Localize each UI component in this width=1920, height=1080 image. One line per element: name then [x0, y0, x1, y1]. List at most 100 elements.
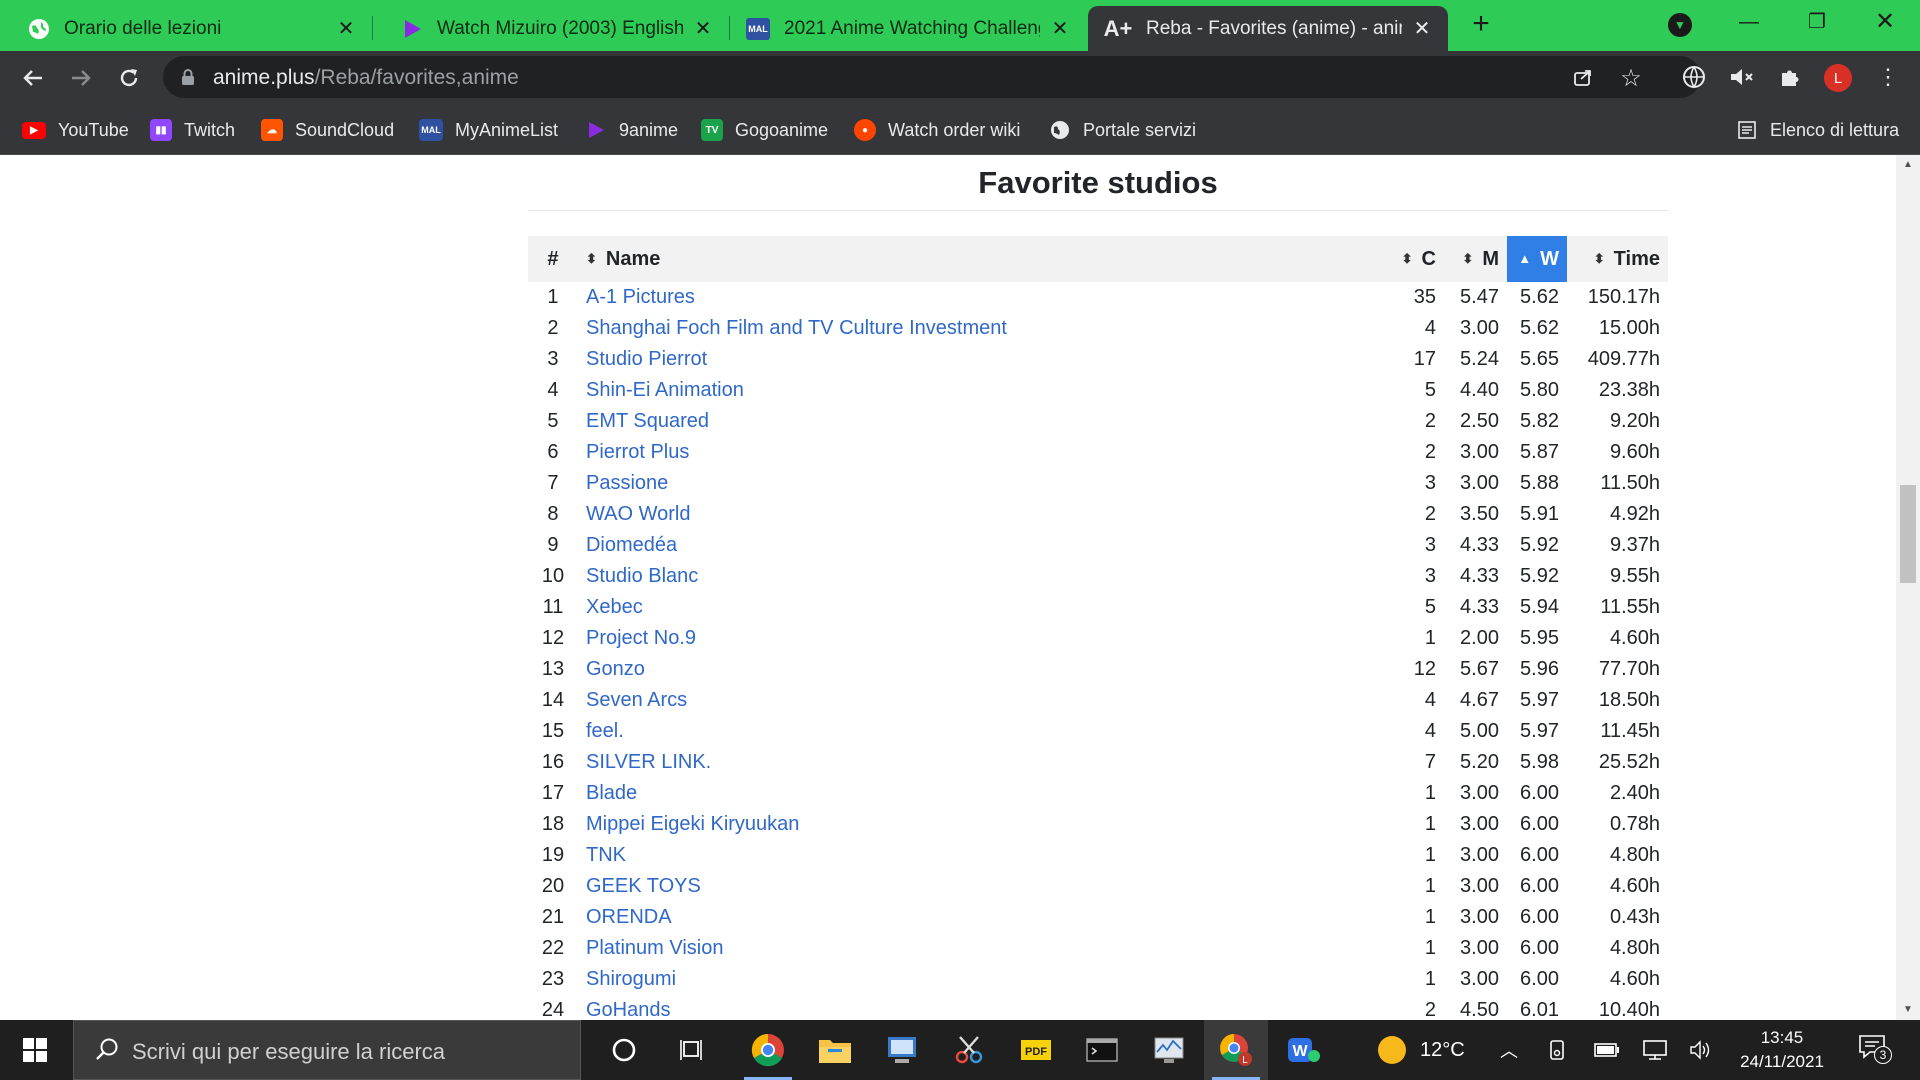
lock-icon[interactable] [181, 68, 195, 86]
studio-link[interactable]: Studio Blanc [586, 565, 698, 587]
reading-list-button[interactable]: Elenco di lettura [1736, 117, 1899, 143]
studio-link[interactable]: Xebec [586, 596, 643, 618]
table-row: 21 ORENDA 1 3.00 6.00 0.43h [528, 902, 1668, 933]
bookmark-youtube[interactable]: ▶ YouTube [22, 117, 129, 143]
bookmark-gogoanime[interactable]: TV Gogoanime [701, 117, 828, 143]
chevron-up-icon[interactable]: ︿ [1496, 1038, 1522, 1062]
chrome-taskbar-icon[interactable] [736, 1020, 800, 1080]
new-tab-button[interactable]: + [1466, 9, 1496, 40]
studio-name-cell: Shin-Ei Animation [578, 375, 1394, 406]
time-cell: 25.52h [1598, 751, 1660, 773]
globe-icon [1049, 119, 1071, 141]
bookmark-portale-servizi[interactable]: Portale servizi [1049, 117, 1196, 143]
notification-center-icon[interactable]: 3 [1858, 1034, 1892, 1064]
scroll-down-arrow-icon[interactable]: ▼ [1896, 1000, 1920, 1020]
tab-reba-favorites[interactable]: A+ Reba - Favorites (anime) - anime.plus… [1088, 6, 1448, 51]
page-scrollbar[interactable]: ▲ ▼ [1896, 155, 1920, 1020]
studio-link[interactable]: Diomedéa [586, 534, 677, 556]
bookmark-twitch[interactable]: ▮▮ Twitch [150, 117, 235, 143]
tab-orario[interactable]: Orario delle lezioni ✕ [0, 6, 372, 51]
device-icon[interactable] [1544, 1038, 1570, 1062]
col-header-c[interactable]: ⬍ C [1394, 236, 1444, 282]
task-view-icon[interactable] [662, 1020, 726, 1080]
bookmark-star-icon[interactable]: ☆ [1619, 65, 1643, 92]
studio-link[interactable]: Gonzo [586, 658, 645, 680]
studio-link[interactable]: Pierrot Plus [586, 441, 689, 463]
tab-mal-challenge[interactable]: MAL 2021 Anime Watching Challenge ✕ [730, 6, 1086, 51]
close-tab-icon[interactable]: ✕ [1048, 17, 1072, 41]
weather-widget[interactable]: 12°C [1378, 1020, 1465, 1080]
network-icon[interactable] [1642, 1038, 1668, 1062]
snipping-tool-icon[interactable] [937, 1020, 1001, 1080]
close-tab-icon[interactable]: ✕ [1410, 17, 1434, 41]
close-tab-icon[interactable]: ✕ [334, 17, 358, 41]
studio-link[interactable]: A-1 Pictures [586, 286, 695, 308]
forward-icon[interactable] [64, 61, 98, 95]
bookmark-label: SoundCloud [295, 119, 395, 140]
bookmark-myanimelist[interactable]: MAL MyAnimeList [419, 117, 558, 143]
studio-link[interactable]: Shin-Ei Animation [586, 379, 744, 401]
system-clock[interactable]: 13:45 24/11/2021 [1722, 1026, 1842, 1074]
studio-link[interactable]: Passione [586, 472, 668, 494]
studio-link[interactable]: ORENDA [586, 906, 672, 928]
studio-name-cell: SILVER LINK. [578, 747, 1394, 778]
table-row: 3 Studio Pierrot 17 5.24 5.65 409.77h [528, 344, 1668, 375]
tab-search-icon[interactable]: ▼ [1668, 13, 1692, 37]
profile-avatar[interactable]: L [1824, 64, 1852, 92]
remote-desktop-icon[interactable] [870, 1020, 934, 1080]
studio-name-cell: Blade [578, 778, 1394, 809]
performance-monitor-icon[interactable] [1137, 1020, 1201, 1080]
studio-link[interactable]: Project No.9 [586, 627, 696, 649]
scroll-up-arrow-icon[interactable]: ▲ [1896, 155, 1920, 175]
cortana-icon[interactable] [592, 1020, 656, 1080]
close-tab-icon[interactable]: ✕ [691, 17, 715, 41]
weighted-score-cell: 5.97 [1520, 720, 1559, 742]
studio-link[interactable]: Seven Arcs [586, 689, 687, 711]
taskbar-search-box[interactable]: Scrivi qui per eseguire la ricerca [73, 1020, 581, 1080]
bookmark-soundcloud[interactable]: ☁ SoundCloud [261, 117, 394, 143]
bookmark-watch-order-wiki[interactable]: ● Watch order wiki [854, 117, 1020, 143]
menu-kebab-icon[interactable]: ⋮ [1874, 63, 1902, 91]
pdf-app-icon[interactable]: PDF [1004, 1020, 1068, 1080]
studio-link[interactable]: Blade [586, 782, 637, 804]
count-cell: 5 [1424, 596, 1436, 618]
studio-link[interactable]: Shirogumi [586, 968, 676, 990]
chrome-profile-taskbar-icon[interactable]: L [1204, 1020, 1268, 1080]
studio-link[interactable]: Platinum Vision [586, 937, 723, 959]
terminal-icon[interactable] [1070, 1020, 1134, 1080]
bookmark-9anime[interactable]: 9anime [585, 117, 678, 143]
windows-start-icon[interactable] [0, 1020, 70, 1080]
studio-link[interactable]: Mippei Eigeki Kiryuukan [586, 813, 799, 835]
studio-link[interactable]: WAO World [586, 503, 690, 525]
battery-icon[interactable] [1594, 1038, 1620, 1062]
col-header-m[interactable]: ⬍ M [1444, 236, 1507, 282]
studio-link[interactable]: Studio Pierrot [586, 348, 707, 370]
studio-link[interactable]: EMT Squared [586, 410, 709, 432]
window-close-icon[interactable]: ✕ [1860, 6, 1910, 38]
studio-name-cell: feel. [578, 716, 1394, 747]
extensions-puzzle-icon[interactable] [1776, 63, 1804, 91]
reload-icon[interactable] [112, 61, 146, 95]
tab-mizuiro[interactable]: Watch Mizuiro (2003) English Sub ✕ [373, 6, 729, 51]
col-header-time[interactable]: ⬍ Time [1567, 236, 1668, 282]
studio-link[interactable]: Shanghai Foch Film and TV Culture Invest… [586, 317, 1007, 339]
extension-globe-icon[interactable] [1680, 63, 1708, 91]
vpn-app-icon[interactable]: W [1272, 1020, 1336, 1080]
studio-link[interactable]: TNK [586, 844, 626, 866]
col-header-name[interactable]: ⬍ Name [578, 236, 1394, 282]
minimize-icon[interactable]: — [1724, 6, 1774, 38]
back-icon[interactable] [16, 61, 50, 95]
mute-tab-icon[interactable] [1728, 63, 1756, 91]
volume-icon[interactable] [1688, 1038, 1714, 1062]
studio-link[interactable]: GEEK TOYS [586, 875, 701, 897]
col-header-w[interactable]: ▲ W [1506, 236, 1567, 282]
share-icon[interactable] [1571, 66, 1595, 90]
studio-link[interactable]: feel. [586, 720, 624, 742]
row-rank: 23 [541, 968, 565, 990]
file-explorer-icon[interactable] [803, 1020, 867, 1080]
address-bar[interactable]: anime.plus/Reba/favorites,anime ☆ [163, 56, 1701, 98]
scrollbar-thumb[interactable] [1900, 485, 1916, 583]
studio-link[interactable]: GoHands [586, 999, 671, 1020]
restore-icon[interactable]: ❐ [1792, 6, 1842, 38]
studio-link[interactable]: SILVER LINK. [586, 751, 711, 773]
